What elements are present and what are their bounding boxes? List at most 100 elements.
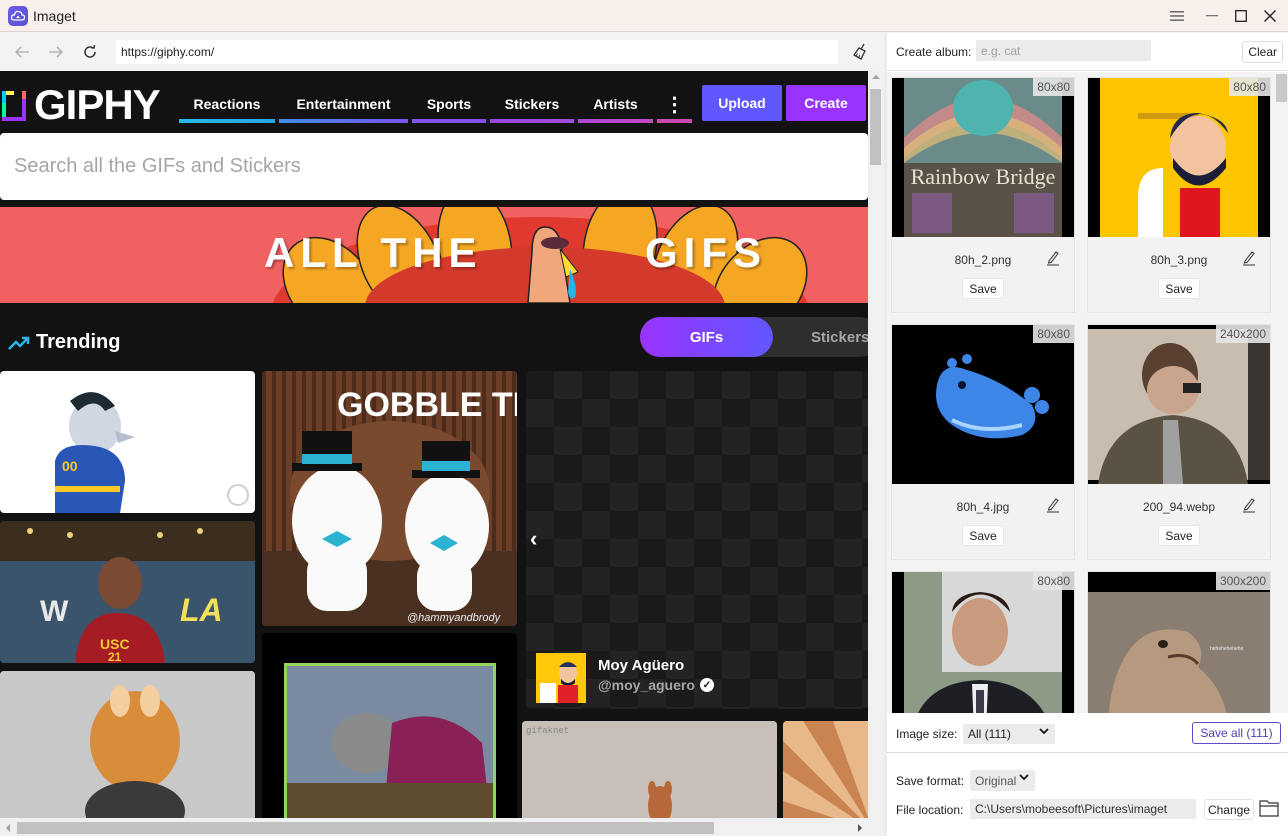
image-size-value: All (111): [968, 727, 1011, 741]
nav-reactions[interactable]: Reactions: [179, 85, 275, 123]
nav-artists[interactable]: Artists: [578, 85, 653, 123]
save-button[interactable]: Save: [1158, 278, 1200, 299]
image-dimensions: 240x200: [1215, 325, 1270, 343]
gif-tile[interactable]: GOBBLE TIL YOU @hammyandbrody: [262, 371, 517, 626]
svg-text:hehehehehehe: hehehehehehe: [1210, 646, 1244, 652]
image-card: 80x80: [891, 571, 1075, 713]
save-button[interactable]: Save: [962, 278, 1004, 299]
change-location-button[interactable]: Change: [1204, 799, 1254, 820]
trending-label: Trending: [36, 331, 121, 353]
back-button[interactable]: [5, 37, 39, 67]
nav-entertainment[interactable]: Entertainment: [279, 85, 408, 123]
card-thumbnail[interactable]: hehehehehehe 300x200: [1088, 572, 1270, 713]
creator-handle-row: @moy_aguero ✓: [598, 677, 714, 693]
card-thumbnail[interactable]: 80x80: [1088, 78, 1270, 237]
svg-text:21: 21: [108, 650, 122, 663]
reload-button[interactable]: [73, 37, 107, 67]
url-input[interactable]: [116, 40, 838, 64]
forward-button[interactable]: [39, 37, 73, 67]
file-location-field[interactable]: C:\Users\mobeesoft\Pictures\imaget: [970, 799, 1196, 819]
image-size-select[interactable]: All (111): [963, 724, 1055, 744]
edit-pencil-icon[interactable]: [1046, 250, 1060, 266]
card-thumbnail[interactable]: 80x80: [892, 325, 1074, 484]
image-grid: Rainbow Bridge 80x80 80h_2.png Save 80x8…: [887, 72, 1288, 713]
minimize-icon[interactable]: [1198, 0, 1226, 32]
image-card: 80x80 80h_4.jpg Save: [891, 324, 1075, 560]
image-card: hehehehehehe 300x200: [1087, 571, 1271, 713]
gif-tile[interactable]: [0, 671, 255, 818]
scrollbar-thumb[interactable]: [17, 822, 714, 834]
image-card: 80x80 80h_3.png Save: [1087, 77, 1271, 313]
verified-badge-icon: ✓: [699, 678, 714, 692]
trending-icon: [8, 336, 30, 350]
card-thumbnail[interactable]: 240x200: [1088, 325, 1270, 484]
save-format-select[interactable]: Original: [970, 770, 1035, 791]
menu-icon[interactable]: [1163, 0, 1191, 32]
upload-button[interactable]: Upload: [702, 85, 782, 121]
save-format-value: Original: [975, 773, 1017, 788]
gif-tile[interactable]: 00: [0, 371, 255, 513]
save-all-button[interactable]: Save all (111): [1192, 722, 1281, 744]
creator-card[interactable]: Moy Agüero @moy_aguero ✓: [527, 649, 868, 709]
arrow-left-icon: [15, 46, 29, 58]
page-vertical-scrollbar[interactable]: [868, 71, 884, 818]
toggle-gifs[interactable]: GIFs: [640, 317, 773, 357]
maximize-icon[interactable]: [1227, 0, 1255, 32]
app-logo-icon: [8, 5, 28, 26]
gif-tile[interactable]: [783, 721, 868, 818]
squirrel-gif: gifaknet: [522, 721, 777, 818]
nav-underline: [657, 119, 692, 123]
giphy-search[interactable]: [0, 133, 868, 200]
promo-banner[interactable]: ALL THE GIFS: [0, 207, 868, 303]
gif-credit: @hammyandbrody: [407, 612, 502, 624]
card-thumbnail[interactable]: 80x80: [892, 572, 1074, 713]
album-label: Create album:: [896, 44, 972, 59]
nav-sports[interactable]: Sports: [412, 85, 486, 123]
giphy-logo-icon: [2, 91, 26, 121]
card-thumbnail[interactable]: Rainbow Bridge 80x80: [892, 78, 1074, 237]
clear-button[interactable]: Clear: [1242, 41, 1283, 63]
edit-pencil-icon[interactable]: [1046, 497, 1060, 513]
image-dimensions: 80x80: [1033, 78, 1074, 96]
turkey-hat-dog-gif: [0, 671, 255, 818]
gif-tile[interactable]: [262, 633, 517, 818]
banner-text-left: ALL THE: [264, 229, 483, 276]
nav-stickers[interactable]: Stickers: [490, 85, 574, 123]
basketball-gif: W LA USC 21: [0, 521, 255, 663]
page-horizontal-scrollbar[interactable]: [0, 818, 868, 836]
nav-label: Sports: [426, 96, 472, 112]
grid-scrollbar[interactable]: [1275, 72, 1288, 713]
save-button[interactable]: Save: [1158, 525, 1200, 546]
close-icon[interactable]: [1256, 0, 1284, 32]
image-dimensions: 300x200: [1215, 572, 1270, 590]
scrollbar-thumb[interactable]: [870, 89, 881, 165]
mascot-gif: 00: [55, 392, 249, 513]
scrollbar-thumb[interactable]: [1276, 74, 1287, 102]
carousel-prev-button[interactable]: ‹: [530, 526, 537, 552]
gif-tile[interactable]: gifaknet: [522, 721, 777, 818]
save-button[interactable]: Save: [962, 525, 1004, 546]
giphy-logo[interactable]: GIPHY: [0, 84, 161, 126]
gif-caption: gifaknet: [526, 726, 569, 736]
edit-pencil-icon[interactable]: [1242, 250, 1256, 266]
folder-icon[interactable]: [1259, 799, 1279, 817]
clean-button[interactable]: [850, 41, 872, 63]
nav-underline: [279, 119, 408, 123]
image-panel: Create album: Clear Rainbow Bridge 80x80: [887, 33, 1288, 836]
toggle-stickers[interactable]: Stickers: [811, 317, 868, 357]
gif-tile[interactable]: W LA USC 21: [0, 521, 255, 663]
reload-icon: [84, 44, 96, 58]
nav-more-button[interactable]: ⋮: [657, 85, 692, 123]
gobble-dogs-gif: GOBBLE TIL YOU @hammyandbrody: [262, 371, 517, 626]
edit-pencil-icon[interactable]: [1242, 497, 1256, 513]
image-card: 240x200 200_94.webp Save: [1087, 324, 1271, 560]
creator-handle: @moy_aguero: [598, 677, 695, 693]
svg-text:LA: LA: [180, 592, 223, 628]
giphy-page: GIPHY Reactions Entertainment Sports Sti…: [0, 71, 868, 818]
nav-underline: [578, 119, 653, 123]
image-size-label: Image size:: [896, 727, 958, 741]
giphy-search-input[interactable]: [0, 133, 868, 200]
nav-underline: [179, 119, 275, 123]
album-input[interactable]: [976, 40, 1151, 61]
create-button[interactable]: Create: [786, 85, 866, 121]
